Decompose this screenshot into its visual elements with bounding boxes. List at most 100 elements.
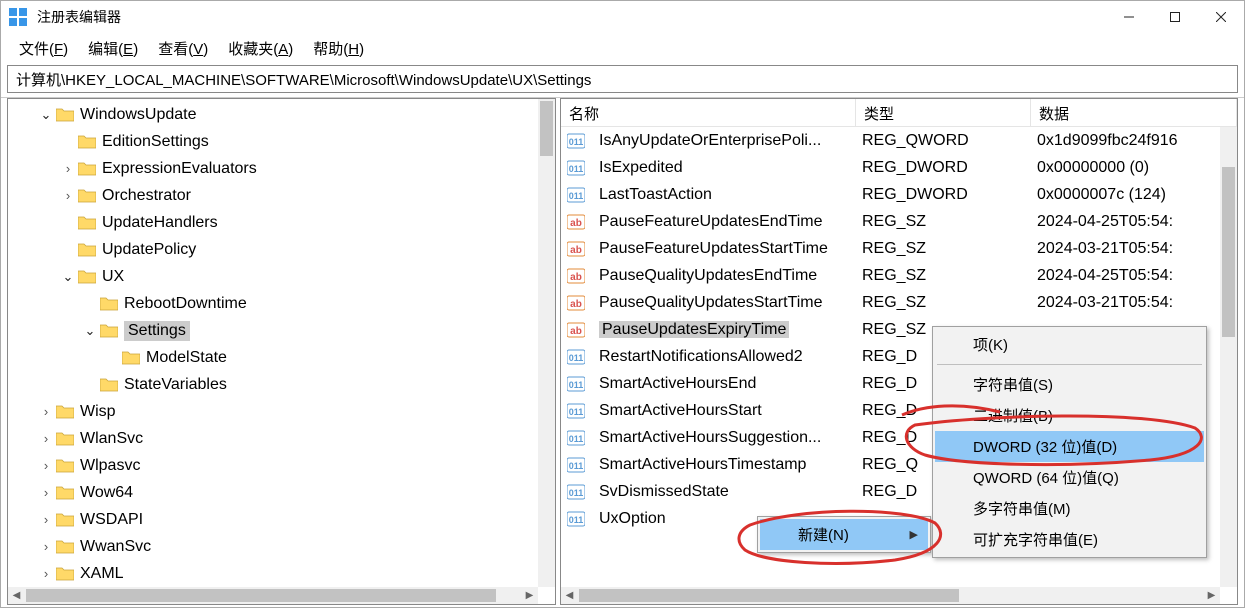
list-row[interactable]: IsExpeditedREG_DWORD0x00000000 (0): [561, 154, 1237, 181]
string-value-icon: [567, 267, 585, 285]
tree-item[interactable]: ›Wisp: [8, 398, 555, 425]
close-button[interactable]: [1198, 1, 1244, 33]
folder-icon: [78, 215, 96, 230]
list-vscrollbar[interactable]: [1220, 127, 1237, 587]
chevron-right-icon[interactable]: ›: [60, 161, 76, 176]
tree-item[interactable]: ›Wlpasvc: [8, 452, 555, 479]
value-data: 0x00000000 (0): [1029, 159, 1237, 177]
submenu-item[interactable]: 多字符串值(M): [935, 493, 1204, 524]
list-row[interactable]: PauseQualityUpdatesStartTimeREG_SZ2024-0…: [561, 289, 1237, 316]
new-submenu[interactable]: 项(K) 字符串值(S)二进制值(B)DWORD (32 位)值(D)QWORD …: [932, 326, 1207, 558]
titlebar[interactable]: 注册表编辑器: [1, 1, 1244, 33]
chevron-right-icon: ▶: [910, 528, 918, 541]
menu-separator: [937, 364, 1202, 365]
binary-value-icon: [567, 348, 585, 366]
submenu-item[interactable]: 二进制值(B): [935, 400, 1204, 431]
chevron-down-icon[interactable]: ⌄: [60, 269, 76, 285]
folder-icon: [100, 377, 118, 392]
chevron-right-icon[interactable]: ›: [38, 404, 54, 419]
folder-icon: [56, 539, 74, 554]
menu-f[interactable]: 文件(F): [11, 36, 76, 61]
tree-item-label: RebootDowntime: [124, 295, 247, 313]
col-type[interactable]: 类型: [856, 99, 1031, 126]
chevron-right-icon[interactable]: ›: [60, 188, 76, 203]
list-hscrollbar[interactable]: ◀▶: [561, 587, 1220, 604]
tree-item[interactable]: ›Wow64: [8, 479, 555, 506]
list-row[interactable]: LastToastActionREG_DWORD0x0000007c (124): [561, 181, 1237, 208]
submenu-item[interactable]: QWORD (64 位)值(Q): [935, 462, 1204, 493]
col-name[interactable]: 名称: [561, 99, 856, 126]
folder-icon: [122, 350, 140, 365]
value-name: PauseQualityUpdatesStartTime: [591, 294, 854, 312]
chevron-right-icon[interactable]: ›: [38, 512, 54, 527]
list-row[interactable]: PauseFeatureUpdatesStartTimeREG_SZ2024-0…: [561, 235, 1237, 262]
tree-item-label: WwanSvc: [80, 538, 151, 556]
tree-item-label: UpdateHandlers: [102, 214, 218, 232]
menu-h[interactable]: 帮助(H): [305, 36, 372, 61]
tree-hscrollbar[interactable]: ◀▶: [8, 587, 538, 604]
value-data: 2024-04-25T05:54:: [1029, 213, 1237, 231]
tree-item[interactable]: UpdateHandlers: [8, 209, 555, 236]
col-data[interactable]: 数据: [1031, 99, 1237, 126]
tree-item[interactable]: StateVariables: [8, 371, 555, 398]
tree-view[interactable]: ⌄WindowsUpdateEditionSettings›Expression…: [8, 99, 555, 604]
value-name: RestartNotificationsAllowed2: [591, 348, 854, 366]
folder-icon: [78, 188, 96, 203]
folder-icon: [56, 485, 74, 500]
minimize-button[interactable]: [1106, 1, 1152, 33]
value-type: REG_DWORD: [854, 186, 1029, 204]
tree-item-label: StateVariables: [124, 376, 227, 394]
address-bar[interactable]: 计算机\HKEY_LOCAL_MACHINE\SOFTWARE\Microsof…: [7, 65, 1238, 93]
tree-item[interactable]: ›Orchestrator: [8, 182, 555, 209]
tree-item[interactable]: RebootDowntime: [8, 290, 555, 317]
value-type: REG_SZ: [854, 240, 1029, 258]
chevron-right-icon[interactable]: ›: [38, 485, 54, 500]
maximize-button[interactable]: [1152, 1, 1198, 33]
tree-item[interactable]: › XAML: [8, 560, 555, 587]
chevron-down-icon[interactable]: ⌄: [38, 107, 54, 123]
submenu-item[interactable]: 可扩充字符串值(E): [935, 524, 1204, 555]
tree-item[interactable]: ›ExpressionEvaluators: [8, 155, 555, 182]
context-menu[interactable]: 新建(N) ▶: [757, 516, 931, 553]
binary-value-icon: [567, 186, 585, 204]
tree-item[interactable]: EditionSettings: [8, 128, 555, 155]
chevron-right-icon[interactable]: ›: [38, 566, 54, 581]
value-data: 0x0000007c (124): [1029, 186, 1237, 204]
app-icon: [9, 8, 27, 26]
value-type: REG_SZ: [854, 213, 1029, 231]
tree-item-label: UpdatePolicy: [102, 241, 196, 259]
context-menu-new[interactable]: 新建(N) ▶: [760, 519, 928, 550]
tree-item-label: XAML: [80, 565, 124, 583]
menu-e[interactable]: 编辑(E): [80, 36, 146, 61]
tree-item[interactable]: ModelState: [8, 344, 555, 371]
tree-item[interactable]: ›WSDAPI: [8, 506, 555, 533]
folder-icon: [78, 269, 96, 284]
menu-a[interactable]: 收藏夹(A): [220, 36, 301, 61]
address-path: 计算机\HKEY_LOCAL_MACHINE\SOFTWARE\Microsof…: [16, 69, 591, 90]
value-name: IsAnyUpdateOrEnterprisePoli...: [591, 132, 854, 150]
window-title: 注册表编辑器: [37, 7, 1106, 27]
tree-item[interactable]: ›WlanSvc: [8, 425, 555, 452]
tree-item[interactable]: ⌄Settings: [8, 317, 555, 344]
chevron-right-icon[interactable]: ›: [38, 431, 54, 446]
folder-icon: [100, 296, 118, 311]
tree-item[interactable]: ⌄UX: [8, 263, 555, 290]
list-row[interactable]: PauseFeatureUpdatesEndTimeREG_SZ2024-04-…: [561, 208, 1237, 235]
menu-v[interactable]: 查看(V): [150, 36, 216, 61]
submenu-item[interactable]: 字符串值(S): [935, 369, 1204, 400]
folder-icon: [56, 512, 74, 527]
list-header[interactable]: 名称 类型 数据: [561, 99, 1237, 127]
chevron-right-icon[interactable]: ›: [38, 539, 54, 554]
tree-item[interactable]: › WwanSvc: [8, 533, 555, 560]
tree-item[interactable]: UpdatePolicy: [8, 236, 555, 263]
folder-icon: [56, 107, 74, 122]
list-row[interactable]: PauseQualityUpdatesEndTimeREG_SZ2024-04-…: [561, 262, 1237, 289]
list-row[interactable]: IsAnyUpdateOrEnterprisePoli...REG_QWORD0…: [561, 127, 1237, 154]
chevron-down-icon[interactable]: ⌄: [82, 323, 98, 339]
chevron-right-icon[interactable]: ›: [38, 458, 54, 473]
submenu-item[interactable]: DWORD (32 位)值(D): [935, 431, 1204, 462]
tree-item[interactable]: ⌄WindowsUpdate: [8, 101, 555, 128]
submenu-item[interactable]: 项(K): [935, 329, 1204, 360]
tree-vscrollbar[interactable]: [538, 99, 555, 587]
value-name: SmartActiveHoursEnd: [591, 375, 854, 393]
